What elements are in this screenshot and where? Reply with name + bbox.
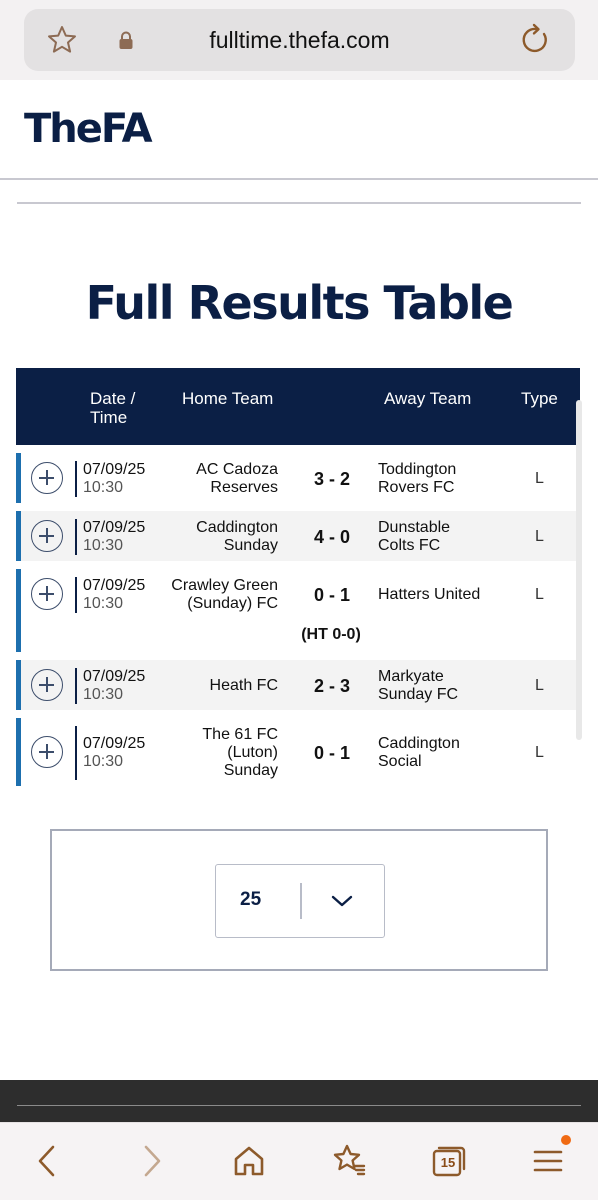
header-time-label: Time bbox=[90, 408, 128, 427]
match-time: 10:30 bbox=[83, 753, 124, 770]
per-page-value: 25 bbox=[240, 889, 262, 910]
pagination-panel: 25 bbox=[50, 829, 548, 971]
expand-plus-icon[interactable] bbox=[31, 669, 63, 701]
match-time: 10:30 bbox=[83, 537, 124, 554]
row-separator bbox=[75, 577, 77, 613]
page: fulltime.thefa.com TheFA Full Results Ta… bbox=[0, 0, 598, 1200]
home-team-line: (Sunday) FC bbox=[187, 595, 278, 612]
tabs-icon[interactable]: 15 bbox=[428, 1141, 468, 1181]
home-team-line: (Luton) bbox=[227, 744, 278, 761]
home-team[interactable]: Crawley Green (Sunday) FC bbox=[128, 577, 278, 613]
match-type: L bbox=[535, 677, 544, 694]
address-bar[interactable]: fulltime.thefa.com bbox=[24, 9, 575, 71]
expand-plus-icon[interactable] bbox=[31, 578, 63, 610]
match-type: L bbox=[535, 528, 544, 545]
away-team-line: Dunstable bbox=[378, 519, 451, 536]
select-separator bbox=[300, 883, 302, 919]
home-team-line: AC Cadoza bbox=[196, 461, 278, 478]
footer-divider bbox=[17, 1105, 581, 1106]
table-row[interactable]: 07/09/25 10:30 Heath FC 2 - 3 Markyate S… bbox=[16, 660, 578, 710]
home-team[interactable]: The 61 FC (Luton) Sunday bbox=[128, 726, 278, 780]
home-icon[interactable] bbox=[229, 1141, 269, 1181]
home-team[interactable]: AC Cadoza Reserves bbox=[128, 461, 278, 497]
home-team[interactable]: Caddington Sunday bbox=[128, 519, 278, 555]
reload-icon[interactable] bbox=[519, 23, 553, 57]
match-time: 10:30 bbox=[83, 479, 124, 496]
menu-icon[interactable] bbox=[528, 1135, 571, 1181]
row-separator bbox=[75, 668, 77, 704]
away-team[interactable]: Toddington Rovers FC bbox=[378, 461, 518, 497]
table-row[interactable]: 07/09/25 10:30 AC Cadoza Reserves 3 - 2 … bbox=[16, 453, 578, 503]
expand-plus-icon[interactable] bbox=[31, 520, 63, 552]
page-title: Full Results Table bbox=[85, 276, 514, 330]
home-team-line: Heath FC bbox=[209, 677, 278, 694]
match-score[interactable]: 0 - 1 bbox=[307, 585, 357, 606]
home-team-line: Sunday bbox=[223, 762, 278, 779]
tab-count: 15 bbox=[440, 1155, 456, 1170]
match-type: L bbox=[535, 470, 544, 487]
away-team[interactable]: Caddington Social bbox=[378, 735, 518, 771]
per-page-select[interactable]: 25 bbox=[215, 864, 385, 938]
table-scrollbar[interactable] bbox=[576, 400, 582, 740]
fa-logo[interactable]: TheFA bbox=[24, 106, 153, 152]
away-team-line: Social bbox=[378, 753, 422, 770]
forward-icon[interactable] bbox=[131, 1141, 171, 1181]
expand-plus-icon[interactable] bbox=[31, 462, 63, 494]
away-team-line: Markyate bbox=[378, 668, 444, 685]
match-time: 10:30 bbox=[83, 595, 124, 612]
row-separator bbox=[75, 519, 77, 555]
row-separator bbox=[75, 726, 77, 780]
home-team[interactable]: Heath FC bbox=[128, 677, 278, 695]
site-footer bbox=[0, 1080, 598, 1122]
away-team[interactable]: Markyate Sunday FC bbox=[378, 668, 518, 704]
away-team[interactable]: Hatters United bbox=[378, 586, 518, 604]
back-icon[interactable] bbox=[28, 1141, 68, 1181]
header-date-label: Date / bbox=[90, 389, 136, 408]
header-away-team: Away Team bbox=[384, 389, 472, 408]
table-header: Date / Time Home Team Away Team Type bbox=[16, 368, 580, 445]
home-team-line: Crawley Green bbox=[171, 577, 278, 594]
away-team-line: Hatters United bbox=[378, 586, 481, 603]
home-team-line: Caddington bbox=[196, 519, 278, 536]
match-type: L bbox=[535, 744, 544, 761]
match-score[interactable]: 2 - 3 bbox=[307, 676, 357, 697]
away-team-line: Toddington bbox=[378, 461, 457, 478]
results-table: Date / Time Home Team Away Team Type 07/… bbox=[16, 368, 580, 788]
match-score[interactable]: 0 - 1 bbox=[307, 743, 357, 764]
expand-plus-icon[interactable] bbox=[31, 736, 63, 768]
row-separator bbox=[75, 461, 77, 497]
home-team-line: Sunday bbox=[223, 537, 278, 554]
home-team-line: The 61 FC bbox=[202, 726, 278, 743]
match-score[interactable]: 3 - 2 bbox=[307, 469, 357, 490]
away-team-line: Caddington bbox=[378, 735, 460, 752]
half-time-score: (HT 0-0) bbox=[301, 626, 361, 643]
chevron-down-icon[interactable] bbox=[330, 891, 354, 911]
header-date-time: Date / Time bbox=[90, 389, 135, 427]
table-row[interactable]: 07/09/25 10:30 Caddington Sunday 4 - 0 D… bbox=[16, 511, 578, 561]
browser-toolbar: fulltime.thefa.com bbox=[0, 0, 598, 80]
match-score[interactable]: 4 - 0 bbox=[307, 527, 357, 548]
divider bbox=[17, 202, 581, 204]
home-team-line: Reserves bbox=[210, 479, 278, 496]
notification-dot bbox=[561, 1135, 571, 1145]
bookmarks-icon[interactable] bbox=[329, 1141, 369, 1181]
away-team-line: Colts FC bbox=[378, 537, 441, 554]
match-type: L bbox=[535, 586, 544, 603]
url-text[interactable]: fulltime.thefa.com bbox=[24, 27, 575, 54]
match-time: 10:30 bbox=[83, 686, 124, 703]
table-row[interactable]: 07/09/25 10:30 Crawley Green (Sunday) FC… bbox=[16, 569, 578, 652]
away-team[interactable]: Dunstable Colts FC bbox=[378, 519, 518, 555]
browser-bottom-nav: 15 bbox=[0, 1122, 598, 1200]
header-home-team: Home Team bbox=[182, 389, 274, 408]
table-row[interactable]: 07/09/25 10:30 The 61 FC (Luton) Sunday … bbox=[16, 718, 578, 786]
away-team-line: Sunday FC bbox=[378, 686, 459, 703]
away-team-line: Rovers FC bbox=[378, 479, 455, 496]
site-header: TheFA bbox=[0, 80, 598, 180]
header-type: Type bbox=[521, 389, 558, 408]
